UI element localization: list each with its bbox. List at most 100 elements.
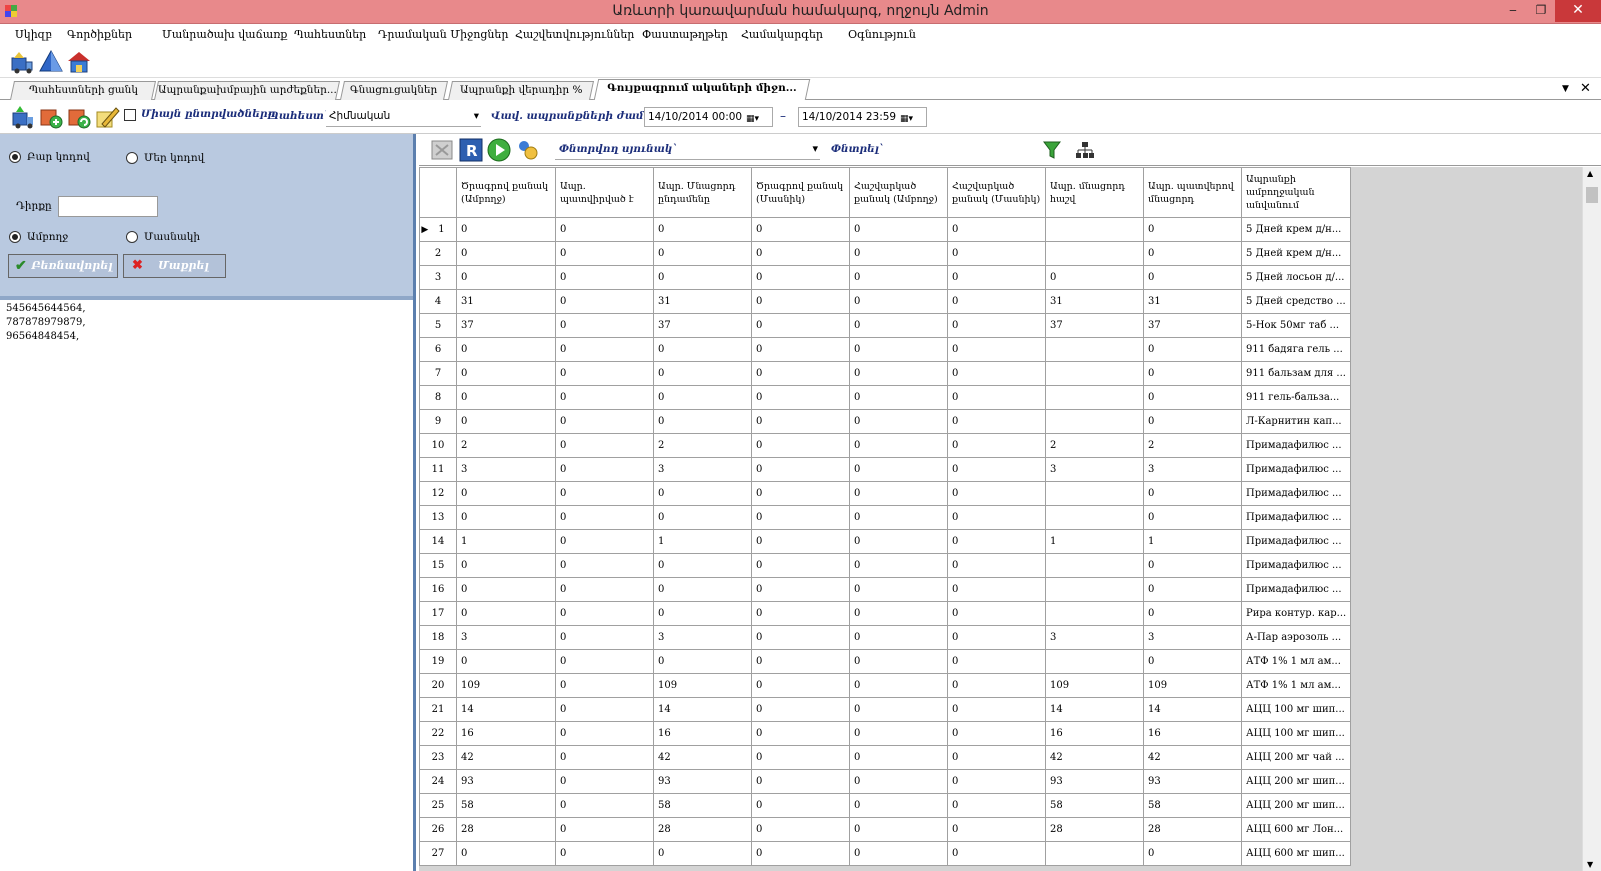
scroll-up-icon[interactable]: ▲ <box>1587 169 1593 178</box>
column-header[interactable]: Ապր. Մնացորդ ընդամենը <box>653 167 752 218</box>
date-from-input[interactable]: 14/10/2014 00:00 ▦▾ <box>644 107 773 127</box>
tab-price-lists[interactable]: Գնացուցակներ <box>339 81 449 100</box>
column-header[interactable]: Ապր. պատվերով մնացորդ <box>1143 167 1242 218</box>
menu-item-retail[interactable]: Մանրածախ վաճառք <box>162 28 287 41</box>
table-row[interactable]: 14 1 0 1 0 0 0 1 1 Примадафилюс ... <box>419 529 1352 554</box>
vertical-scrollbar[interactable]: ▲ ▼ <box>1582 167 1601 871</box>
table-cell: 0 <box>555 265 654 290</box>
table-cell: Примадафилюс ... <box>1240 577 1352 602</box>
column-header[interactable]: Ապր. մնացորդ հաշվ <box>1045 167 1144 218</box>
search-column-select[interactable]: ▾ <box>555 140 820 160</box>
radio-barcode[interactable] <box>9 151 21 163</box>
warehouse-load-icon[interactable] <box>10 104 36 130</box>
table-row[interactable]: 11 3 0 3 0 0 0 3 3 Примадафилюс ... <box>419 457 1352 482</box>
add-green-icon[interactable] <box>38 104 64 130</box>
table-cell: 0 <box>456 241 556 266</box>
radio-our-code[interactable] <box>126 152 138 164</box>
play-run-icon[interactable] <box>487 138 511 162</box>
menu-item-start[interactable]: Սկիզբ <box>15 28 52 41</box>
position-input[interactable] <box>58 196 158 217</box>
report-icon[interactable]: R <box>459 138 483 162</box>
load-button[interactable]: ✔ Բեռնավորել <box>8 254 118 278</box>
minimize-button[interactable]: ‒ <box>1499 0 1527 22</box>
table-row[interactable]: 15 0 0 0 0 0 0 0 Примадафилюс ... <box>419 553 1352 578</box>
menu-item-tools[interactable]: Գործիքներ <box>67 28 132 41</box>
chevron-down-icon: ▾ <box>473 110 479 122</box>
warehouse-select[interactable]: Հիմնական ▾ <box>326 107 481 127</box>
tab-markup[interactable]: Ապրանքի վերադիր % <box>447 81 595 100</box>
table-cell: 0 <box>555 673 654 698</box>
table-row[interactable]: 10 2 0 2 0 0 0 2 2 Примадафилюс ... <box>419 433 1352 458</box>
refresh-items-icon[interactable] <box>66 104 92 130</box>
table-row[interactable]: 19 0 0 0 0 0 0 0 АТФ 1% 1 мл ам... <box>419 649 1352 674</box>
table-row[interactable]: 23 42 0 42 0 0 0 42 42 АЦЦ 200 мг чай ... <box>419 745 1352 770</box>
calendar-icon[interactable]: ▦▾ <box>900 110 924 124</box>
table-row[interactable]: 22 16 0 16 0 0 0 16 16 АЦЦ 100 мг шип... <box>419 721 1352 746</box>
barcode-list[interactable]: 545645644564, 787878979879, 96564848454, <box>6 302 86 344</box>
column-header[interactable]: Ծրագրով քանակ (Մասնիկ) <box>751 167 850 218</box>
table-row[interactable]: 17 0 0 0 0 0 0 0 Рира контур. кар... <box>419 601 1352 626</box>
table-row[interactable]: 8 0 0 0 0 0 0 0 911 гель-бальза... <box>419 385 1352 410</box>
warehouse-truck-icon[interactable] <box>9 49 35 75</box>
users-icon[interactable] <box>515 138 539 162</box>
table-cell: 0 <box>849 817 948 842</box>
date-to-input[interactable]: 14/10/2014 23:59 ▦▾ <box>798 107 927 127</box>
restore-button[interactable]: ❐ <box>1527 0 1555 22</box>
table-row[interactable]: 20 109 0 109 0 0 0 109 109 АТФ 1% 1 мл ам... <box>419 673 1352 698</box>
table-row[interactable]: 13 0 0 0 0 0 0 0 Примадафилюс ... <box>419 505 1352 530</box>
inventory-grid[interactable]: Ծրագրով քանակ (Ամբողջ) Ապր. պատվիրված է … <box>419 167 1582 871</box>
table-row[interactable]: 24 93 0 93 0 0 0 93 93 АЦЦ 200 мг шип... <box>419 769 1352 794</box>
menu-item-warehouses[interactable]: Պահեստներ <box>294 28 366 41</box>
table-row[interactable]: 12 0 0 0 0 0 0 0 Примадафилюс ... <box>419 481 1352 506</box>
menu-item-help[interactable]: Օգնություն <box>848 28 916 41</box>
column-header[interactable]: Ապրանքի ամբողջական անվանում <box>1240 167 1352 218</box>
close-button[interactable]: ✕ <box>1555 0 1601 22</box>
radio-partial[interactable] <box>126 231 138 243</box>
menu-item-cash[interactable]: Դրամական Միջոցներ <box>378 28 508 41</box>
table-row[interactable]: 25 58 0 58 0 0 0 58 58 АЦЦ 200 мг шип... <box>419 793 1352 818</box>
table-row[interactable]: 18 3 0 3 0 0 0 3 3 А-Пар аэрозоль ... <box>419 625 1352 650</box>
column-header[interactable]: Հաշվարկած քանակ (Ամբողջ) <box>849 167 948 218</box>
radio-whole[interactable] <box>9 231 21 243</box>
table-row[interactable]: 5 37 0 37 0 0 0 37 37 5-Нок 50мг таб ... <box>419 313 1352 338</box>
table-row[interactable]: 16 0 0 0 0 0 0 0 Примадафилюс ... <box>419 577 1352 602</box>
table-row[interactable]: 9 0 0 0 0 0 0 0 Л-Карнитин кап... <box>419 409 1352 434</box>
calendar-icon[interactable]: ▦▾ <box>746 110 770 124</box>
only-selected-checkbox[interactable] <box>124 109 136 121</box>
table-row[interactable]: 7 0 0 0 0 0 0 0 911 бальзам для ... <box>419 361 1352 386</box>
tab-warehouse-list[interactable]: Պահեստների ցանկ <box>9 81 157 100</box>
table-cell: Примадафилюс ... <box>1240 553 1352 578</box>
scroll-thumb[interactable] <box>1586 187 1598 203</box>
table-row[interactable]: 6 0 0 0 0 0 0 0 911 бадяга гель ... <box>419 337 1352 362</box>
scroll-down-icon[interactable]: ▼ <box>1587 860 1593 869</box>
column-header[interactable]: Հաշվարկած քանակ (Մասնիկ) <box>947 167 1046 218</box>
tab-inventory[interactable]: Գույքագրում ակաների միջո... <box>593 79 811 100</box>
column-header[interactable]: Ապր. պատվիրված է <box>555 167 654 218</box>
table-row[interactable]: 4 31 0 31 0 0 0 31 31 5 Дней средство ... <box>419 289 1352 314</box>
clear-button[interactable]: ✖ Մաքրել <box>123 254 226 278</box>
filter-funnel-icon[interactable] <box>1043 140 1061 160</box>
table-row[interactable]: 21 14 0 14 0 0 0 14 14 АЦЦ 100 мг шип... <box>419 697 1352 722</box>
table-row[interactable]: ▶ 1 0 0 0 0 0 0 0 5 Дней крем д/н... <box>419 217 1352 242</box>
menu-item-systems[interactable]: Համակարգեր <box>741 28 823 41</box>
pyramid-icon[interactable] <box>38 49 64 75</box>
hierarchy-icon[interactable] <box>1075 140 1095 160</box>
table-row[interactable]: 26 28 0 28 0 0 0 28 28 АЦЦ 600 мг Лон... <box>419 817 1352 842</box>
tab-product-group-values[interactable]: Ապրանքախմբային արժեքներ... <box>153 81 341 100</box>
close-tab-button[interactable]: ✕ <box>1580 81 1591 96</box>
table-cell: 31 <box>456 289 556 314</box>
menu-item-documents[interactable]: Փաստաթղթեր <box>642 28 728 41</box>
tab-list-dropdown[interactable]: ▼ <box>1562 84 1569 94</box>
search-input[interactable] <box>889 140 1039 160</box>
table-row[interactable]: 27 0 0 0 0 0 0 0 АЦЦ 600 мг шип... <box>419 841 1352 866</box>
store-house-icon[interactable] <box>66 49 92 75</box>
barcode-item: 787878979879, <box>6 317 86 328</box>
menu-item-reports[interactable]: Հաշվետվություններ <box>515 28 634 41</box>
table-row[interactable]: 3000000005 Дней лосьон д/... <box>419 265 1352 290</box>
table-cell: 0 <box>555 721 654 746</box>
table-row[interactable]: 200000005 Дней крем д/н... <box>419 241 1352 266</box>
edit-pencil-icon[interactable] <box>94 104 120 130</box>
column-header[interactable]: Ծրագրով քանակ (Ամբողջ) <box>456 167 556 218</box>
table-cell: 3 <box>1143 625 1242 650</box>
excel-export-icon[interactable] <box>431 140 453 160</box>
